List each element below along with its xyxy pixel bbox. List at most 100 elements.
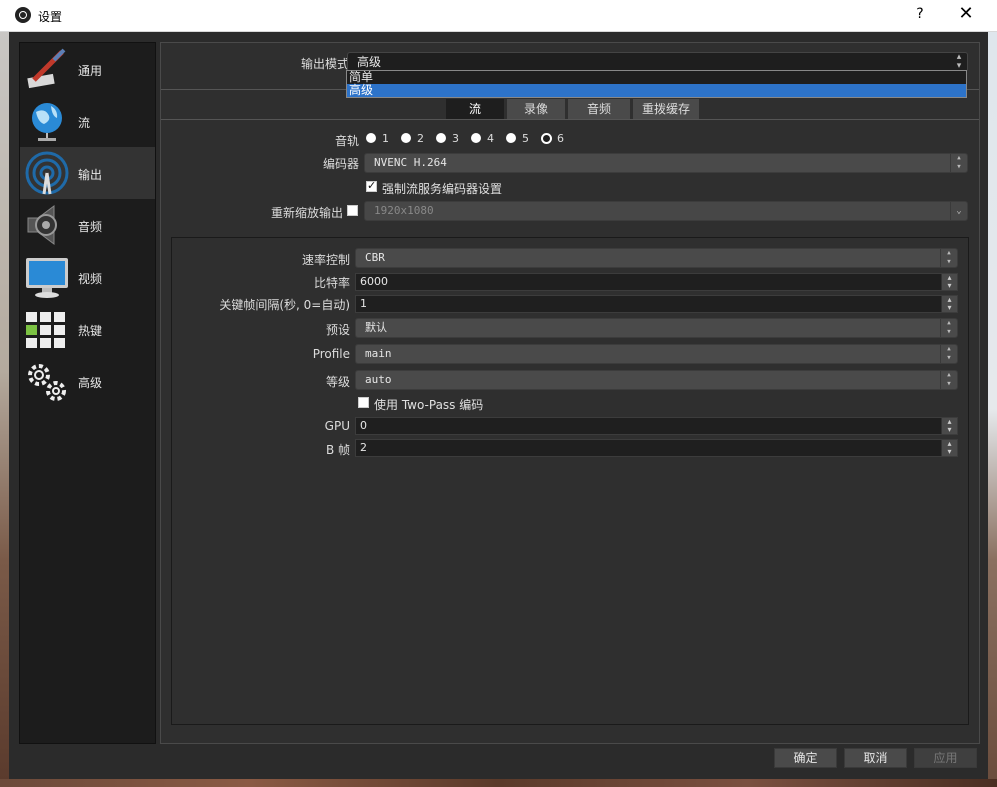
sidebar-item-label: 视频	[78, 272, 103, 286]
keyframe-interval-input[interactable]: 1 ▴ ▾	[355, 295, 958, 313]
cancel-button[interactable]: 取消	[844, 748, 907, 768]
updown-arrow-icon: ▴ ▾	[940, 249, 957, 267]
settings-sidebar: 通用 流 输出 音频 视频 热键 高级	[19, 42, 156, 744]
level-value: auto	[365, 373, 392, 386]
enforce-encoder-label: 强制流服务编码器设置	[382, 182, 503, 196]
track-label-5: 5	[522, 132, 529, 145]
bframes-value: 2	[360, 441, 367, 454]
rescale-label: 重新缩放输出	[270, 206, 343, 220]
output-mode-label: 输出模式	[300, 57, 349, 71]
gears-icon	[28, 364, 66, 401]
stream-globe-icon	[32, 103, 62, 141]
keyframe-interval-value: 1	[360, 297, 367, 310]
level-label: 等级	[325, 375, 350, 389]
enforce-encoder-checkbox[interactable]	[366, 179, 377, 192]
window-title: 设置	[38, 10, 63, 24]
profile-label: Profile	[312, 347, 350, 361]
rescale-resolution-select[interactable]: 1920x1080 ⌄	[364, 201, 968, 221]
sidebar-item-video[interactable]: 视频	[20, 251, 155, 303]
tab-replay-buffer[interactable]: 重拨缓存	[633, 99, 699, 119]
track-radio-6[interactable]	[541, 133, 552, 144]
tab-stream[interactable]: 流	[446, 99, 504, 119]
obs-logo-icon	[15, 7, 31, 23]
ok-button[interactable]: 确定	[774, 748, 837, 768]
bitrate-label: 比特率	[313, 276, 350, 290]
desktop-background-bottom	[0, 779, 997, 787]
bframes-input[interactable]: 2 ▴ ▾	[355, 439, 958, 457]
rate-control-label: 速率控制	[301, 253, 350, 267]
level-select[interactable]: auto ▴ ▾	[355, 370, 958, 390]
rate-control-select[interactable]: CBR ▴ ▾	[355, 248, 958, 268]
monitor-icon	[26, 258, 68, 298]
output-antenna-icon	[25, 151, 69, 195]
tab-audio[interactable]: 音频	[568, 99, 630, 119]
speaker-icon	[27, 205, 57, 245]
sidebar-item-advanced[interactable]: 高级	[20, 355, 155, 407]
title-bar: 设置 ? ✕	[0, 0, 997, 32]
bitrate-value: 6000	[360, 275, 388, 288]
preset-select[interactable]: 默认 ▴ ▾	[355, 318, 958, 338]
encoder-settings-group: 速率控制 CBR ▴ ▾ 比特率 6000 ▴ ▾ 关键帧间隔(秒, 0=自动) 1…	[171, 237, 969, 725]
output-mode-dropdown-list: 简单 高级	[346, 70, 967, 98]
tab-recording[interactable]: 录像	[507, 99, 565, 119]
track-label-4: 4	[487, 132, 494, 145]
two-pass-checkbox[interactable]	[358, 397, 369, 408]
apply-button[interactable]: 应用	[914, 748, 977, 768]
track-label-2: 2	[417, 132, 424, 145]
audio-track-label: 音轨	[334, 134, 359, 148]
desktop-background-right	[988, 31, 997, 787]
track-radio-5[interactable]	[506, 133, 516, 143]
settings-window: 设置 ? ✕ 通用 流 输出 音频 视频 热键 高级 输出模式 高级 ▴ ▾ 流…	[0, 0, 997, 779]
sidebar-item-label: 流	[78, 116, 91, 130]
track-radio-2[interactable]	[401, 133, 411, 143]
desktop-background-left	[0, 31, 9, 787]
track-label-1: 1	[382, 132, 389, 145]
updown-arrow-icon: ▴ ▾	[956, 52, 962, 71]
general-icon	[27, 48, 66, 89]
track-radio-1[interactable]	[366, 133, 376, 143]
output-mode-select[interactable]: 高级 ▴ ▾	[347, 52, 968, 72]
sidebar-item-label: 高级	[78, 376, 103, 390]
two-pass-label: 使用 Two-Pass 编码	[374, 398, 484, 412]
sidebar-item-label: 通用	[78, 64, 103, 78]
output-mode-option-simple[interactable]: 简单	[347, 71, 966, 84]
updown-arrow-icon: ▴ ▾	[950, 154, 967, 172]
track-radio-4[interactable]	[471, 133, 481, 143]
encoder-value: NVENC H.264	[374, 156, 447, 169]
help-button[interactable]: ?	[910, 6, 930, 22]
sidebar-item-general[interactable]: 通用	[20, 43, 155, 95]
preset-value: 默认	[365, 321, 387, 334]
updown-arrow-icon: ▴ ▾	[940, 345, 957, 363]
output-mode-option-advanced[interactable]: 高级	[347, 84, 966, 97]
sidebar-item-hotkeys[interactable]: 热键	[20, 303, 155, 355]
spinner-arrows-icon[interactable]: ▴ ▾	[941, 274, 957, 290]
spinner-arrows-icon[interactable]: ▴ ▾	[941, 296, 957, 312]
gpu-label: GPU	[324, 419, 350, 433]
sidebar-item-label: 音频	[78, 220, 103, 234]
output-mode-value: 高级	[357, 55, 382, 69]
close-button[interactable]: ✕	[955, 3, 977, 24]
encoder-select[interactable]: NVENC H.264 ▴ ▾	[364, 153, 968, 173]
bitrate-input[interactable]: 6000 ▴ ▾	[355, 273, 958, 291]
tab-divider	[161, 119, 979, 120]
keyboard-icon	[26, 312, 65, 348]
gpu-input[interactable]: 0 ▴ ▾	[355, 417, 958, 435]
sidebar-item-output[interactable]: 输出	[20, 147, 155, 199]
sidebar-item-label: 输出	[78, 168, 103, 182]
track-radio-3[interactable]	[436, 133, 446, 143]
sidebar-item-label: 热键	[78, 324, 103, 338]
spinner-arrows-icon[interactable]: ▴ ▾	[941, 418, 957, 434]
spinner-arrows-icon[interactable]: ▴ ▾	[941, 440, 957, 456]
track-label-3: 3	[452, 132, 459, 145]
output-settings-panel: 输出模式 高级 ▴ ▾ 流 录像 音频 重拨缓存 音轨 1 2 3 4 5 6 编…	[160, 42, 980, 744]
sidebar-item-audio[interactable]: 音频	[20, 199, 155, 251]
encoder-label: 编码器	[322, 157, 359, 171]
sidebar-item-stream[interactable]: 流	[20, 95, 155, 147]
profile-select[interactable]: main ▴ ▾	[355, 344, 958, 364]
track-label-6: 6	[557, 132, 564, 145]
rescale-checkbox[interactable]	[347, 205, 358, 216]
updown-arrow-icon: ▴ ▾	[940, 371, 957, 389]
gpu-value: 0	[360, 419, 367, 432]
keyframe-interval-label: 关键帧间隔(秒, 0=自动)	[219, 298, 350, 312]
profile-value: main	[365, 347, 392, 360]
